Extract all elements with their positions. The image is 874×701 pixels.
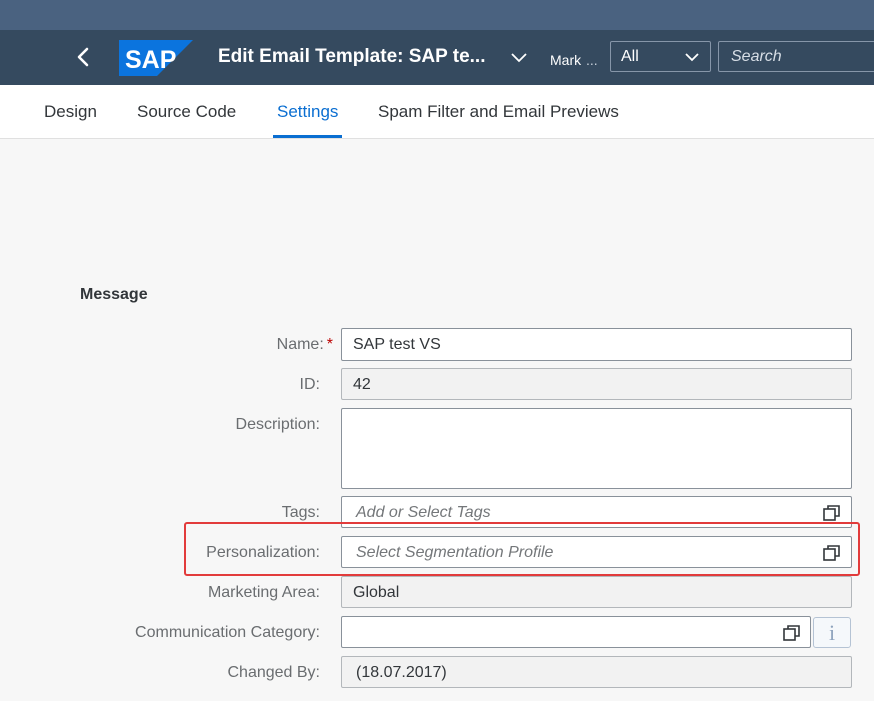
selected-tab-indicator (273, 135, 342, 138)
name-value: SAP test VS (353, 336, 441, 353)
personalization-highlight-box (184, 522, 860, 576)
tab-settings[interactable]: Settings (277, 102, 338, 122)
id-field: 42 (341, 368, 852, 400)
sap-logo-text: SAP (125, 46, 176, 74)
marketing-area-label: Marketing Area: (207, 584, 320, 601)
changed-by-label: Changed By: (227, 664, 320, 681)
communication-category-label: Communication Category: (135, 624, 320, 641)
search-scope-value: All (621, 48, 639, 65)
id-label: ID: (299, 376, 320, 393)
chevron-down-icon (685, 53, 699, 62)
description-textarea[interactable] (341, 408, 852, 489)
name-label-text: Name: (276, 336, 324, 353)
chevron-down-icon (511, 53, 527, 63)
communication-category-input[interactable] (341, 616, 811, 648)
back-button[interactable] (70, 44, 96, 70)
top-strip (0, 0, 874, 30)
shell-bar: SAP Edit Email Template: SAP te... Mark … (0, 30, 874, 85)
description-label: Description: (235, 416, 320, 433)
tab-source-code[interactable]: Source Code (137, 102, 236, 122)
value-help-icon[interactable] (822, 503, 842, 523)
chevron-left-icon (77, 47, 89, 67)
marketing-area-field: Global (341, 576, 852, 608)
user-name-overflow: ... (586, 52, 598, 68)
tab-design[interactable]: Design (44, 102, 97, 122)
changed-by-value: (18.07.2017) (356, 664, 447, 681)
info-button[interactable]: i (813, 617, 851, 648)
search-scope-select[interactable]: All (610, 41, 711, 72)
page-title: Edit Email Template: SAP te... (218, 46, 486, 67)
changed-by-field: (18.07.2017) (341, 656, 852, 688)
tags-placeholder: Add or Select Tags (356, 504, 491, 521)
tags-label: Tags: (281, 504, 320, 521)
name-label: Name: * (277, 336, 333, 354)
user-name[interactable]: Mark (550, 52, 581, 68)
tab-spam-filter[interactable]: Spam Filter and Email Previews (378, 102, 619, 122)
name-field[interactable]: SAP test VS (341, 328, 852, 361)
sap-logo: SAP (119, 40, 193, 76)
required-marker: * (326, 336, 333, 353)
tab-bar: Design Source Code Settings Spam Filter … (0, 85, 874, 139)
id-value: 42 (353, 376, 371, 393)
title-menu-button[interactable] (510, 50, 528, 64)
section-title: Message (80, 286, 148, 303)
search-input[interactable] (718, 41, 874, 72)
marketing-area-value: Global (353, 584, 400, 601)
value-help-icon[interactable] (782, 623, 802, 643)
